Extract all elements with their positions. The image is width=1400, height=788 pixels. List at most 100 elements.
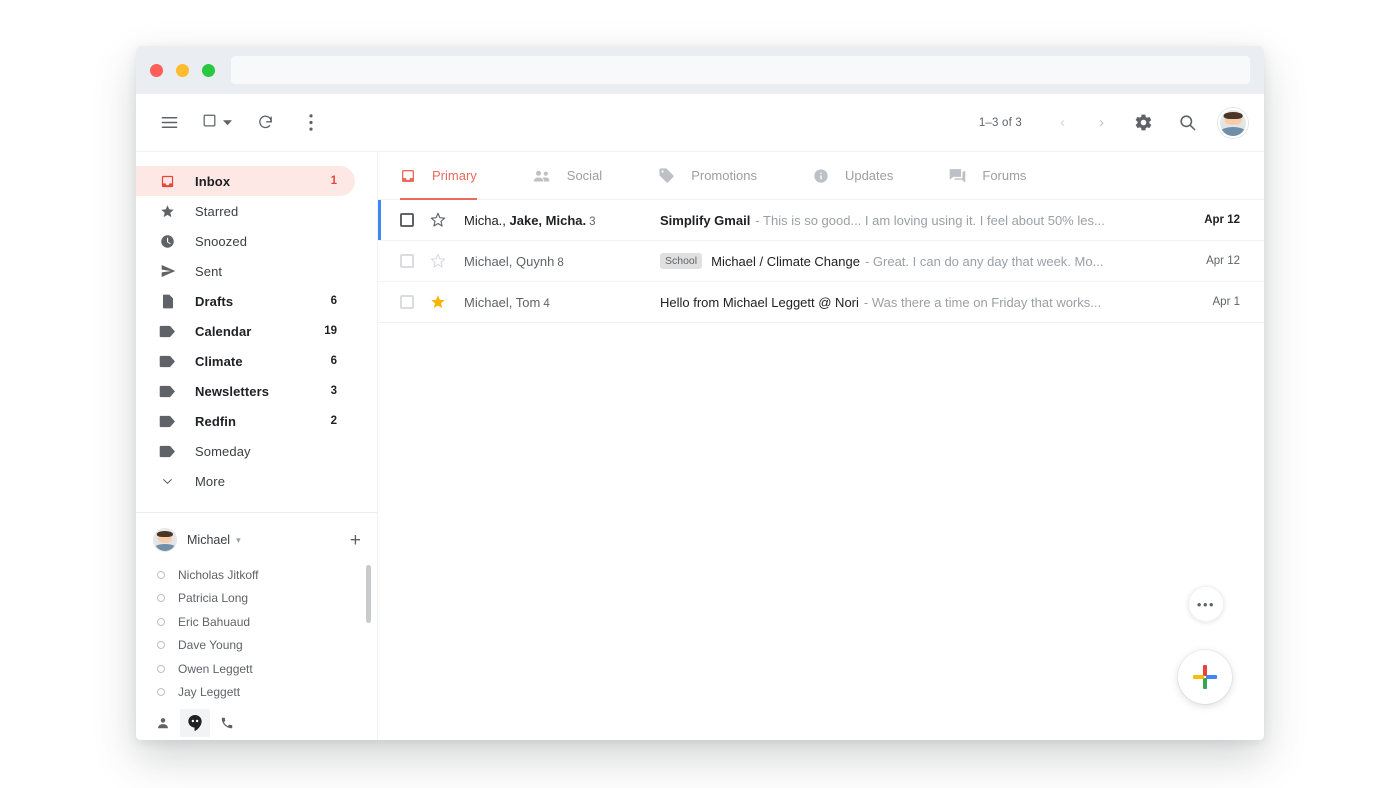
toolbar-right-group: 1–3 of 3 ‹ › [979,108,1248,138]
toolbar-left-group [156,110,324,136]
minimize-window-button[interactable] [176,64,189,77]
contact-tools [136,706,377,740]
clock-icon [158,234,177,249]
refresh-icon[interactable] [252,110,278,136]
tab-updates[interactable]: Updates [813,152,949,199]
sidebar-item-someday[interactable]: Someday [136,436,355,466]
presence-icon [157,571,165,579]
sidebar-item-label: Calendar [195,324,324,339]
list-item[interactable]: Eric Bahuaud [136,610,377,634]
thread-count: 8 [557,257,563,269]
gear-icon[interactable] [1130,110,1156,136]
maximize-window-button[interactable] [202,64,215,77]
person-icon[interactable] [148,709,178,737]
star-icon[interactable] [430,253,448,269]
table-row[interactable]: Michael, Tom4 Hello from Michael Leggett… [378,282,1264,323]
star-icon[interactable] [430,294,448,310]
date-label: Apr 12 [1178,214,1240,226]
star-icon [158,204,177,219]
table-row[interactable]: Micha., Jake, Micha.3 Simplify Gmail - T… [378,200,1264,241]
sidebar-item-starred[interactable]: Starred [136,196,355,226]
tab-forums[interactable]: Forums [949,152,1082,199]
file-icon [158,294,177,309]
select-all-dropdown[interactable] [202,113,232,133]
hamburger-menu-icon[interactable] [156,110,182,136]
compose-fab[interactable] [1178,650,1232,704]
row-checkbox[interactable] [400,254,414,268]
tab-label: Forums [982,168,1026,183]
app-body: Inbox 1 Starred Snoozed [136,152,1264,740]
list-item[interactable]: Dave Young [136,634,377,658]
presence-icon [157,665,165,673]
sender-names: Michael, Quynh8 [464,254,660,269]
hangouts-icon[interactable] [180,709,210,737]
list-item[interactable]: Jay Leggett [136,681,377,705]
address-bar[interactable] [231,56,1250,84]
sidebar-item-label: Redfin [195,414,331,429]
sidebar-item-drafts[interactable]: Drafts 6 [136,286,355,316]
label-icon [158,325,177,338]
tab-social[interactable]: Social [533,152,658,199]
category-tabs: Primary Social Promotions [378,152,1264,200]
sidebar-item-count: 1 [331,175,337,187]
list-item[interactable]: Owen Leggett [136,657,377,681]
sidebar-item-label: Drafts [195,294,331,309]
next-page-button[interactable]: › [1091,115,1112,130]
tab-label: Updates [845,168,893,183]
sidebar-item-label: Newsletters [195,384,331,399]
contacts-panel: Michael ▾ + Nicholas Jitkoff Patricia Lo… [136,512,377,740]
more-vertical-icon[interactable] [298,110,324,136]
sidebar-item-snoozed[interactable]: Snoozed [136,226,355,256]
tab-label: Primary [432,168,477,183]
chevron-down-icon [223,114,232,132]
sidebar-item-label: Starred [195,204,337,219]
label-chip[interactable]: School [660,253,702,269]
current-user-name: Michael [187,533,230,547]
sidebar-item-count: 2 [331,415,337,427]
close-window-button[interactable] [150,64,163,77]
sidebar-item-climate[interactable]: Climate 6 [136,346,355,376]
main-content: Primary Social Promotions [378,152,1264,740]
traffic-lights [150,64,215,77]
chevron-down-icon[interactable]: ▾ [236,535,241,546]
table-row[interactable]: Michael, Quynh8 School Michael / Climate… [378,241,1264,282]
sidebar-item-label: Snoozed [195,234,337,249]
sidebar-item-count: 3 [331,385,337,397]
sidebar-item-inbox[interactable]: Inbox 1 [136,166,355,196]
inbox-icon [158,174,177,189]
sidebar-item-more[interactable]: More [136,466,355,496]
list-item[interactable]: Patricia Long [136,587,377,611]
sidebar-item-label: More [195,474,337,489]
sidebar-item-redfin[interactable]: Redfin 2 [136,406,355,436]
info-icon [813,168,829,184]
subject-cell: Simplify Gmail - This is so good... I am… [660,213,1178,228]
phone-icon[interactable] [212,709,242,737]
sidebar-item-label: Inbox [195,174,331,189]
add-contact-button[interactable]: + [350,531,361,550]
sender-names: Micha., Jake, Micha.3 [464,213,660,228]
list-item[interactable]: Nicholas Jitkoff [136,563,377,587]
people-icon [533,169,551,183]
thread-count: 4 [543,298,549,310]
account-avatar[interactable] [1218,108,1248,138]
row-checkbox[interactable] [400,213,414,227]
sidebar-item-calendar[interactable]: Calendar 19 [136,316,355,346]
forum-icon [949,168,966,183]
star-icon[interactable] [430,212,448,228]
search-icon[interactable] [1174,110,1200,136]
contact-list-scrollbar[interactable] [366,565,371,623]
sidebar-item-newsletters[interactable]: Newsletters 3 [136,376,355,406]
date-label: Apr 12 [1178,255,1240,267]
tab-promotions[interactable]: Promotions [658,152,813,199]
snippet-text: - Great. I can do any day that week. Mo.… [865,254,1103,269]
more-options-fab[interactable]: ••• [1188,586,1224,622]
sidebar-nav: Inbox 1 Starred Snoozed [136,152,377,496]
snippet-text: - Was there a time on Friday that works.… [864,295,1101,310]
sidebar-item-count: 6 [331,355,337,367]
previous-page-button[interactable]: ‹ [1052,115,1073,130]
page-range-label: 1–3 of 3 [979,117,1022,129]
current-user-row[interactable]: Michael ▾ + [136,521,377,559]
tab-primary[interactable]: Primary [400,152,533,199]
sidebar-item-sent[interactable]: Sent [136,256,355,286]
row-checkbox[interactable] [400,295,414,309]
